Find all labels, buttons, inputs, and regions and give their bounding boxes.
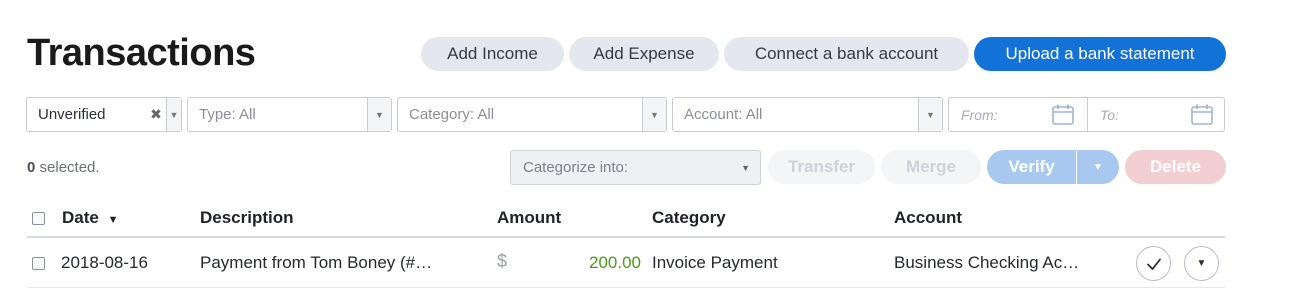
selected-count-text: 0 selected. (27, 159, 100, 176)
chevron-down-icon[interactable]: ▼ (918, 98, 942, 131)
column-date-label: Date (62, 208, 99, 227)
category-filter-value: Category: All (409, 106, 495, 123)
date-to-placeholder: To: (1100, 106, 1119, 123)
verify-button[interactable]: Verify (987, 150, 1076, 184)
row-options-button[interactable]: ▼ (1184, 246, 1219, 281)
header-divider (27, 236, 1225, 238)
chevron-down-icon[interactable]: ▼ (367, 98, 391, 131)
type-filter-select[interactable]: Type: All ▼ (187, 97, 392, 132)
account-filter-select[interactable]: Account: All ▼ (672, 97, 943, 132)
sort-down-icon: ▼ (107, 214, 119, 226)
status-filter-select[interactable]: Unverified ✖ ▼ (26, 97, 182, 132)
category-filter-select[interactable]: Category: All ▼ (397, 97, 667, 132)
transfer-button[interactable]: Transfer (768, 150, 875, 184)
add-income-button[interactable]: Add Income (421, 37, 564, 71)
row-date: 2018-08-16 (61, 253, 148, 272)
delete-button[interactable]: Delete (1125, 150, 1226, 184)
calendar-icon[interactable] (1052, 104, 1074, 125)
row-divider (27, 287, 1225, 288)
chevron-down-icon: ▼ (1196, 258, 1207, 269)
verify-row-button[interactable] (1136, 246, 1171, 281)
verify-dropdown-button[interactable]: ▼ (1076, 150, 1119, 184)
column-header-category[interactable]: Category (652, 208, 726, 228)
chevron-down-icon: ▼ (1093, 161, 1103, 173)
checkmark-icon (1146, 258, 1161, 270)
chevron-down-icon[interactable]: ▼ (166, 98, 181, 131)
selected-suffix: selected. (39, 159, 100, 176)
row-currency: $ (497, 251, 508, 271)
date-to-input[interactable]: To: (1100, 98, 1200, 131)
date-range-picker: From: To: (948, 97, 1225, 132)
row-account: Business Checking Ac… (894, 253, 1080, 272)
upload-bank-statement-button[interactable]: Upload a bank statement (974, 37, 1226, 71)
chevron-down-icon[interactable]: ▼ (642, 98, 666, 131)
selected-count: 0 (27, 159, 36, 176)
categorize-into-label: Categorize into: (523, 159, 629, 176)
type-filter-value: Type: All (199, 106, 256, 123)
add-expense-button[interactable]: Add Expense (569, 37, 719, 71)
row-amount: 200.00 (589, 253, 641, 272)
select-all-checkbox[interactable] (32, 212, 45, 225)
page-title: Transactions (27, 32, 256, 74)
categorize-into-select[interactable]: Categorize into: ▼ (510, 150, 761, 185)
chevron-down-icon: ▼ (741, 163, 750, 173)
row-checkbox[interactable] (32, 257, 45, 270)
column-header-date[interactable]: Date ▼ (62, 208, 118, 228)
account-filter-value: Account: All (684, 106, 763, 123)
column-header-account[interactable]: Account (894, 208, 962, 228)
merge-button[interactable]: Merge (881, 150, 981, 184)
row-category: Invoice Payment (652, 253, 778, 272)
clear-icon[interactable]: ✖ (146, 106, 166, 123)
connect-bank-account-button[interactable]: Connect a bank account (724, 37, 969, 71)
status-filter-value: Unverified (38, 106, 106, 123)
column-header-description[interactable]: Description (200, 208, 294, 228)
calendar-icon[interactable] (1191, 104, 1213, 125)
column-header-amount[interactable]: Amount (497, 208, 561, 228)
row-description: Payment from Tom Boney (#… (200, 253, 433, 272)
date-from-placeholder: From: (961, 106, 998, 123)
